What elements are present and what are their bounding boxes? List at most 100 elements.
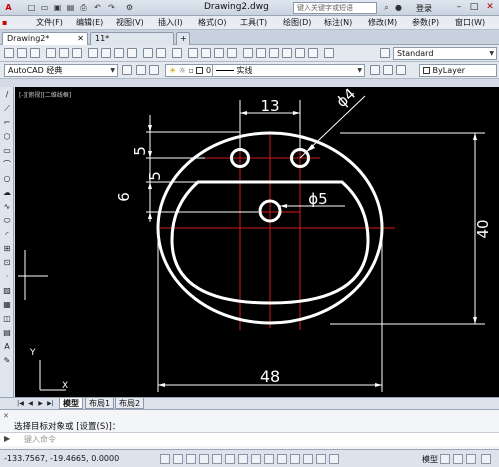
copy-icon[interactable]	[101, 48, 111, 58]
search-icon[interactable]: ⌕	[381, 2, 392, 13]
construction-line-icon[interactable]: ⟋	[2, 104, 12, 114]
text-style-select[interactable]: Standard ▼	[393, 47, 497, 60]
print-icon[interactable]	[46, 48, 56, 58]
save-icon[interactable]	[30, 48, 40, 58]
polar-tracking-icon[interactable]	[212, 454, 222, 464]
menu-draw[interactable]: 绘图(D)	[283, 17, 311, 29]
add-selected-icon[interactable]: ✎	[2, 356, 12, 366]
object-snap-tracking-icon[interactable]	[251, 454, 261, 464]
command-line[interactable]: ▶ 键入命令	[0, 432, 499, 446]
ellipse-icon[interactable]: ⬭	[2, 216, 12, 226]
close-icon[interactable]: ✕	[483, 1, 497, 14]
selection-cycling-icon[interactable]	[329, 454, 339, 464]
menu-edit[interactable]: 编辑(E)	[76, 17, 103, 29]
new-tab-button[interactable]: +	[176, 32, 190, 45]
layout-tab-2[interactable]: 布局2	[115, 398, 145, 409]
workspace-settings-icon[interactable]	[122, 65, 132, 75]
tab-close-icon[interactable]: ✕	[77, 33, 84, 45]
tab-11[interactable]: 11*	[90, 32, 174, 45]
layer-match-icon[interactable]	[396, 65, 406, 75]
arc-icon[interactable]: ⌒	[2, 160, 12, 170]
minimize-icon[interactable]: –	[452, 1, 466, 14]
publish-icon[interactable]	[72, 48, 82, 58]
design-center-icon[interactable]	[256, 48, 266, 58]
hatch-icon[interactable]: ▨	[2, 286, 12, 296]
maximize-icon[interactable]: □	[467, 1, 481, 14]
dynamic-input-icon[interactable]	[277, 454, 287, 464]
spline-icon[interactable]: ∿	[2, 202, 12, 212]
rectangle-icon[interactable]: ▭	[2, 146, 12, 156]
undo-icon[interactable]	[156, 48, 166, 58]
zoom-previous-icon[interactable]	[227, 48, 237, 58]
match-properties-icon[interactable]	[127, 48, 137, 58]
quickcalc-icon[interactable]	[308, 48, 318, 58]
prev-layout-icon[interactable]: ◀	[26, 399, 35, 408]
layer-state-icon[interactable]	[149, 65, 159, 75]
zoom-window-icon[interactable]	[214, 48, 224, 58]
infer-constraints-icon[interactable]	[160, 454, 170, 464]
circle-icon[interactable]: ○	[2, 174, 12, 184]
menu-parametric[interactable]: 参数(P)	[412, 17, 439, 29]
menu-tools[interactable]: 工具(T)	[240, 17, 267, 29]
make-block-icon[interactable]: ⊡	[2, 258, 12, 268]
insert-block-icon[interactable]: ⊞	[2, 244, 12, 254]
model-space-label[interactable]: 模型	[422, 454, 438, 465]
polygon-icon[interactable]: ⬡	[2, 132, 12, 142]
point-icon[interactable]: ·	[2, 272, 12, 282]
layout-tab-1[interactable]: 布局1	[85, 398, 115, 409]
menu-file[interactable]: 文件(F)	[36, 17, 63, 29]
multiline-text-icon[interactable]: A	[2, 342, 12, 352]
block-editor-icon[interactable]	[143, 48, 153, 58]
tab-drawing2[interactable]: Drawing2* ✕	[2, 32, 88, 45]
workspace-select[interactable]: AutoCAD 经典 ▼	[4, 64, 118, 77]
undo-icon[interactable]: ↶	[92, 2, 103, 13]
ortho-mode-icon[interactable]	[199, 454, 209, 464]
redo-icon[interactable]: ↷	[106, 2, 117, 13]
open-file-icon[interactable]: ▭	[39, 2, 50, 13]
layer-properties-icon[interactable]	[136, 65, 146, 75]
document-icon[interactable]: ▪	[2, 17, 12, 29]
menu-format[interactable]: 格式(O)	[198, 17, 227, 29]
line-tool-icon[interactable]: /	[2, 90, 12, 100]
last-layout-icon[interactable]: ▶|	[46, 399, 55, 408]
snap-mode-icon[interactable]	[173, 454, 183, 464]
sheet-set-icon[interactable]	[282, 48, 292, 58]
dynamic-ucs-icon[interactable]	[264, 454, 274, 464]
cut-icon[interactable]	[88, 48, 98, 58]
grid-display-icon[interactable]	[186, 454, 196, 464]
save-icon[interactable]: ▣	[52, 2, 63, 13]
properties-icon[interactable]	[243, 48, 253, 58]
menu-insert[interactable]: 插入(I)	[158, 17, 183, 29]
login-link[interactable]: 登录	[416, 3, 432, 14]
menu-dimension[interactable]: 标注(N)	[324, 17, 352, 29]
layer-previous-icon[interactable]	[383, 65, 393, 75]
command-close-icon[interactable]: ✕	[3, 412, 9, 420]
workspace-switch-icon[interactable]: ⚙	[124, 2, 135, 13]
new-icon[interactable]	[4, 48, 14, 58]
tool-palettes-icon[interactable]	[269, 48, 279, 58]
table-icon[interactable]: ▤	[2, 328, 12, 338]
markup-icon[interactable]	[295, 48, 305, 58]
revcloud-icon[interactable]: ☁	[2, 188, 12, 198]
layout-tab-model[interactable]: 模型	[59, 398, 83, 409]
quick-view-drawings-icon[interactable]	[453, 454, 463, 464]
drawing-viewport[interactable]: [-][俯视][二维线框] 13 ϕ4 5 5 6 ϕ5 40 48 Y X	[15, 87, 499, 397]
print-icon[interactable]: ⎙	[78, 2, 89, 13]
ellipse-arc-icon[interactable]: ◜	[2, 230, 12, 240]
menu-view[interactable]: 视图(V)	[116, 17, 144, 29]
lineweight-icon[interactable]	[290, 454, 300, 464]
redo-icon[interactable]	[172, 48, 182, 58]
quick-properties-icon[interactable]	[316, 454, 326, 464]
app-logo-icon[interactable]: A	[3, 2, 14, 13]
linetype-select[interactable]: 实线 ▼	[212, 64, 365, 77]
text-style-icon[interactable]	[380, 48, 390, 58]
preview-icon[interactable]	[59, 48, 69, 58]
command-input[interactable]: 键入命令	[24, 434, 56, 445]
new-file-icon[interactable]: □	[26, 2, 37, 13]
region-icon[interactable]: ◫	[2, 314, 12, 324]
zoom-realtime-icon[interactable]	[201, 48, 211, 58]
color-select[interactable]: ByLayer	[419, 64, 497, 77]
gradient-icon[interactable]: ▦	[2, 300, 12, 310]
transparency-icon[interactable]	[303, 454, 313, 464]
next-layout-icon[interactable]: ▶	[36, 399, 45, 408]
